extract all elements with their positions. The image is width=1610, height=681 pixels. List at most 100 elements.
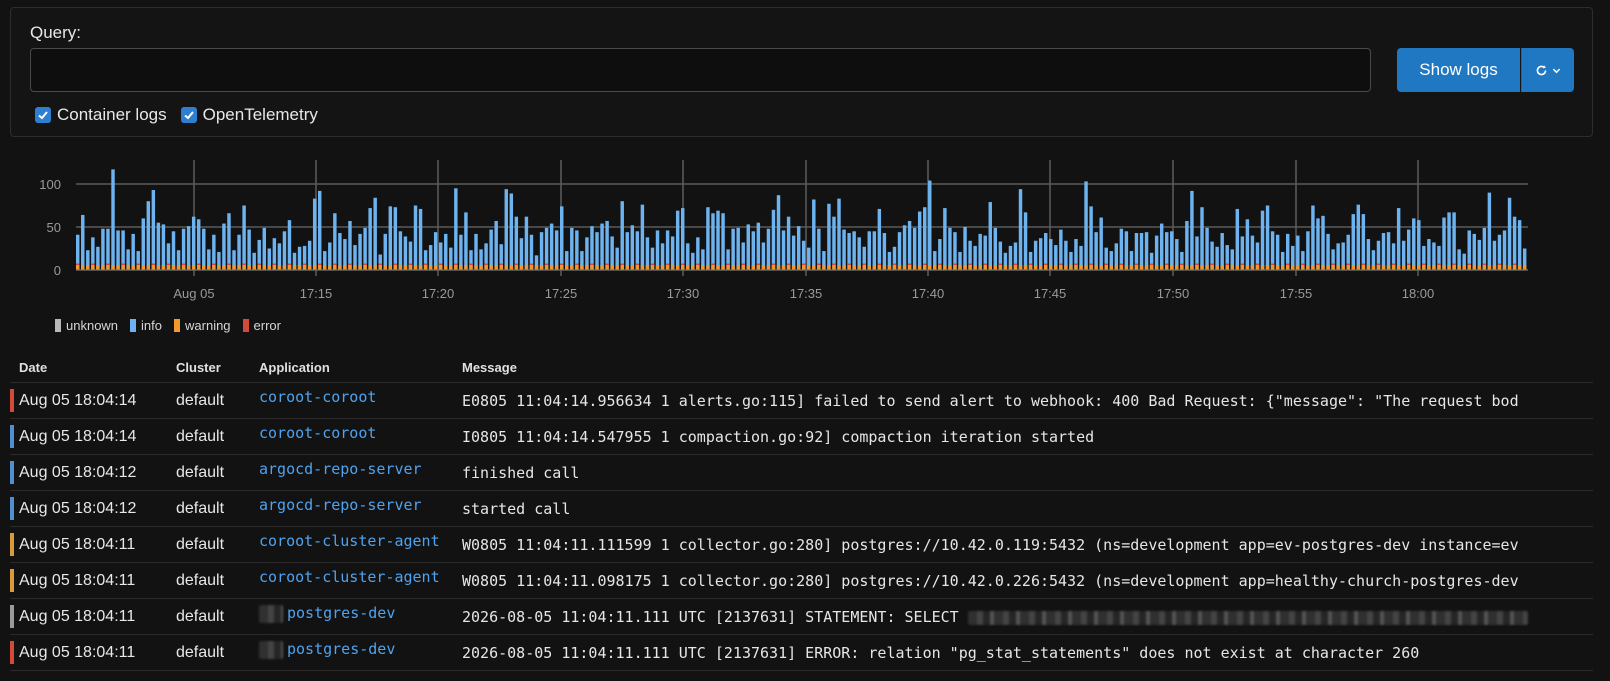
log-application-link[interactable]: coroot-coroot <box>259 424 376 442</box>
log-message[interactable]: finished call <box>462 464 1593 482</box>
bar-warning <box>1144 265 1149 270</box>
bar-info <box>383 233 387 270</box>
log-message[interactable]: W0805 11:04:11.111599 1 collector.go:280… <box>462 536 1593 554</box>
bar-warning <box>413 265 418 270</box>
bar-info <box>1144 232 1149 270</box>
log-message[interactable]: 2026-08-05 11:04:11.111 UTC [2137631] ST… <box>462 608 1593 626</box>
log-application-link[interactable]: postgres-dev <box>259 604 395 623</box>
bar-error <box>1467 263 1471 265</box>
log-application-link[interactable]: coroot-coroot <box>259 388 376 406</box>
bar-warning <box>247 265 251 270</box>
log-application-link[interactable]: coroot-cluster-agent <box>259 532 440 550</box>
log-message[interactable]: 2026-08-05 11:04:11.111 UTC [2137631] ER… <box>462 644 1593 662</box>
bar-info <box>348 220 352 270</box>
refresh-dropdown-button[interactable] <box>1521 48 1574 92</box>
bar-warning <box>857 265 861 270</box>
query-input[interactable] <box>30 48 1371 92</box>
bar-info <box>151 190 156 270</box>
column-header-application[interactable]: Application <box>259 360 330 375</box>
redacted-block <box>259 604 283 623</box>
opentelemetry-checkbox[interactable]: OpenTelemetry <box>180 105 318 125</box>
bar-warning <box>1291 265 1295 270</box>
bar-warning <box>716 265 720 270</box>
bar-warning <box>403 265 408 270</box>
bar-warning <box>1376 265 1381 270</box>
container-logs-checkbox[interactable]: Container logs <box>35 105 167 125</box>
table-row[interactable]: Aug 05 18:04:12 default argocd-repo-server… <box>10 491 1593 527</box>
log-message[interactable]: I0805 11:04:14.547955 1 compaction.go:92… <box>462 428 1593 446</box>
bar-warning <box>630 265 635 270</box>
log-application-link[interactable]: coroot-cluster-agent <box>259 568 440 586</box>
bar-error <box>892 263 897 265</box>
bar-info <box>796 226 801 270</box>
bar-info <box>474 233 478 270</box>
bar-warning <box>126 265 130 270</box>
legend-unknown[interactable]: unknown <box>55 318 118 333</box>
bar-warning <box>1170 265 1174 270</box>
log-application-link[interactable]: postgres-dev <box>259 640 395 659</box>
log-cluster: default <box>176 428 225 445</box>
table-row[interactable]: Aug 05 18:04:11 default coroot-cluster-age… <box>10 563 1593 599</box>
log-date: Aug 05 18:04:11 <box>19 608 136 625</box>
bar-warning <box>1502 265 1507 270</box>
bar-error <box>439 263 443 265</box>
column-header-date[interactable]: Date <box>19 360 47 375</box>
bar-warning <box>867 265 871 270</box>
log-histogram-chart[interactable]: Aug 05 17:15 17:20 17:25 17:30 17:35 17:40 17:4… <box>0 152 1610 312</box>
log-date: Aug 05 18:04:12 <box>19 500 137 517</box>
bar-error <box>998 263 1003 265</box>
bar-warning <box>151 265 156 270</box>
bar-warning <box>570 265 574 270</box>
bar-warning <box>348 265 352 270</box>
bar-info <box>907 220 912 270</box>
bar-info <box>1124 231 1129 270</box>
legend-warning[interactable]: warning <box>174 318 231 333</box>
bar-info <box>161 224 166 270</box>
bar-info <box>1311 205 1315 270</box>
bar-warning <box>675 265 680 270</box>
column-header-cluster[interactable]: Cluster <box>176 360 221 375</box>
bar-info <box>1356 204 1361 270</box>
bar-warning <box>837 265 841 270</box>
log-application-link[interactable]: argocd-repo-server <box>259 460 422 478</box>
table-row[interactable]: Aug 05 18:04:14 default coroot-coroot E0805… <box>10 383 1593 419</box>
bar-info <box>454 188 458 270</box>
log-message[interactable]: E0805 11:04:14.956634 1 alerts.go:115] f… <box>462 392 1593 410</box>
bar-warning <box>318 265 322 270</box>
bar-info <box>1018 189 1023 270</box>
table-row[interactable]: Aug 05 18:04:12 default argocd-repo-server… <box>10 455 1593 491</box>
bar-warning <box>1306 265 1310 270</box>
bar-info <box>227 213 231 270</box>
x-tick-label: 17:50 <box>1157 286 1190 301</box>
redacted-block <box>967 610 1528 625</box>
bar-error <box>1361 263 1366 265</box>
container-logs-label: Container logs <box>57 105 167 124</box>
table-row[interactable]: Aug 05 18:04:14 default coroot-coroot I0805… <box>10 419 1593 455</box>
bar-info <box>1507 197 1512 270</box>
table-row[interactable]: Aug 05 18:04:11 default postgres-dev 2026-0… <box>10 635 1593 671</box>
log-application-link[interactable]: argocd-repo-server <box>259 496 422 514</box>
bar-warning <box>282 265 287 270</box>
bar-warning <box>897 265 902 270</box>
bar-error <box>1044 263 1048 265</box>
table-row[interactable]: Aug 05 18:04:11 default postgres-dev 2026-0… <box>10 599 1593 635</box>
bar-info <box>444 233 448 270</box>
bar-warning <box>691 265 695 270</box>
bar-warning <box>1316 265 1320 270</box>
bar-info <box>877 208 882 270</box>
log-message[interactable]: W0805 11:04:11.098175 1 collector.go:280… <box>462 572 1593 590</box>
legend-info[interactable]: info <box>130 318 162 333</box>
x-tick-label: 18:00 <box>1402 286 1435 301</box>
bar-warning <box>1250 265 1255 270</box>
column-header-message[interactable]: Message <box>462 360 517 375</box>
bar-warning <box>660 265 665 270</box>
legend-error[interactable]: error <box>242 318 281 333</box>
bar-warning <box>595 265 599 270</box>
show-logs-button[interactable]: Show logs <box>1397 48 1520 92</box>
bar-warning <box>363 265 367 270</box>
table-row[interactable]: Aug 05 18:04:11 default coroot-cluster-age… <box>10 527 1593 563</box>
bar-warning <box>212 265 216 270</box>
bar-error <box>575 263 579 265</box>
bar-info <box>509 193 514 270</box>
log-message[interactable]: started call <box>462 500 1593 518</box>
